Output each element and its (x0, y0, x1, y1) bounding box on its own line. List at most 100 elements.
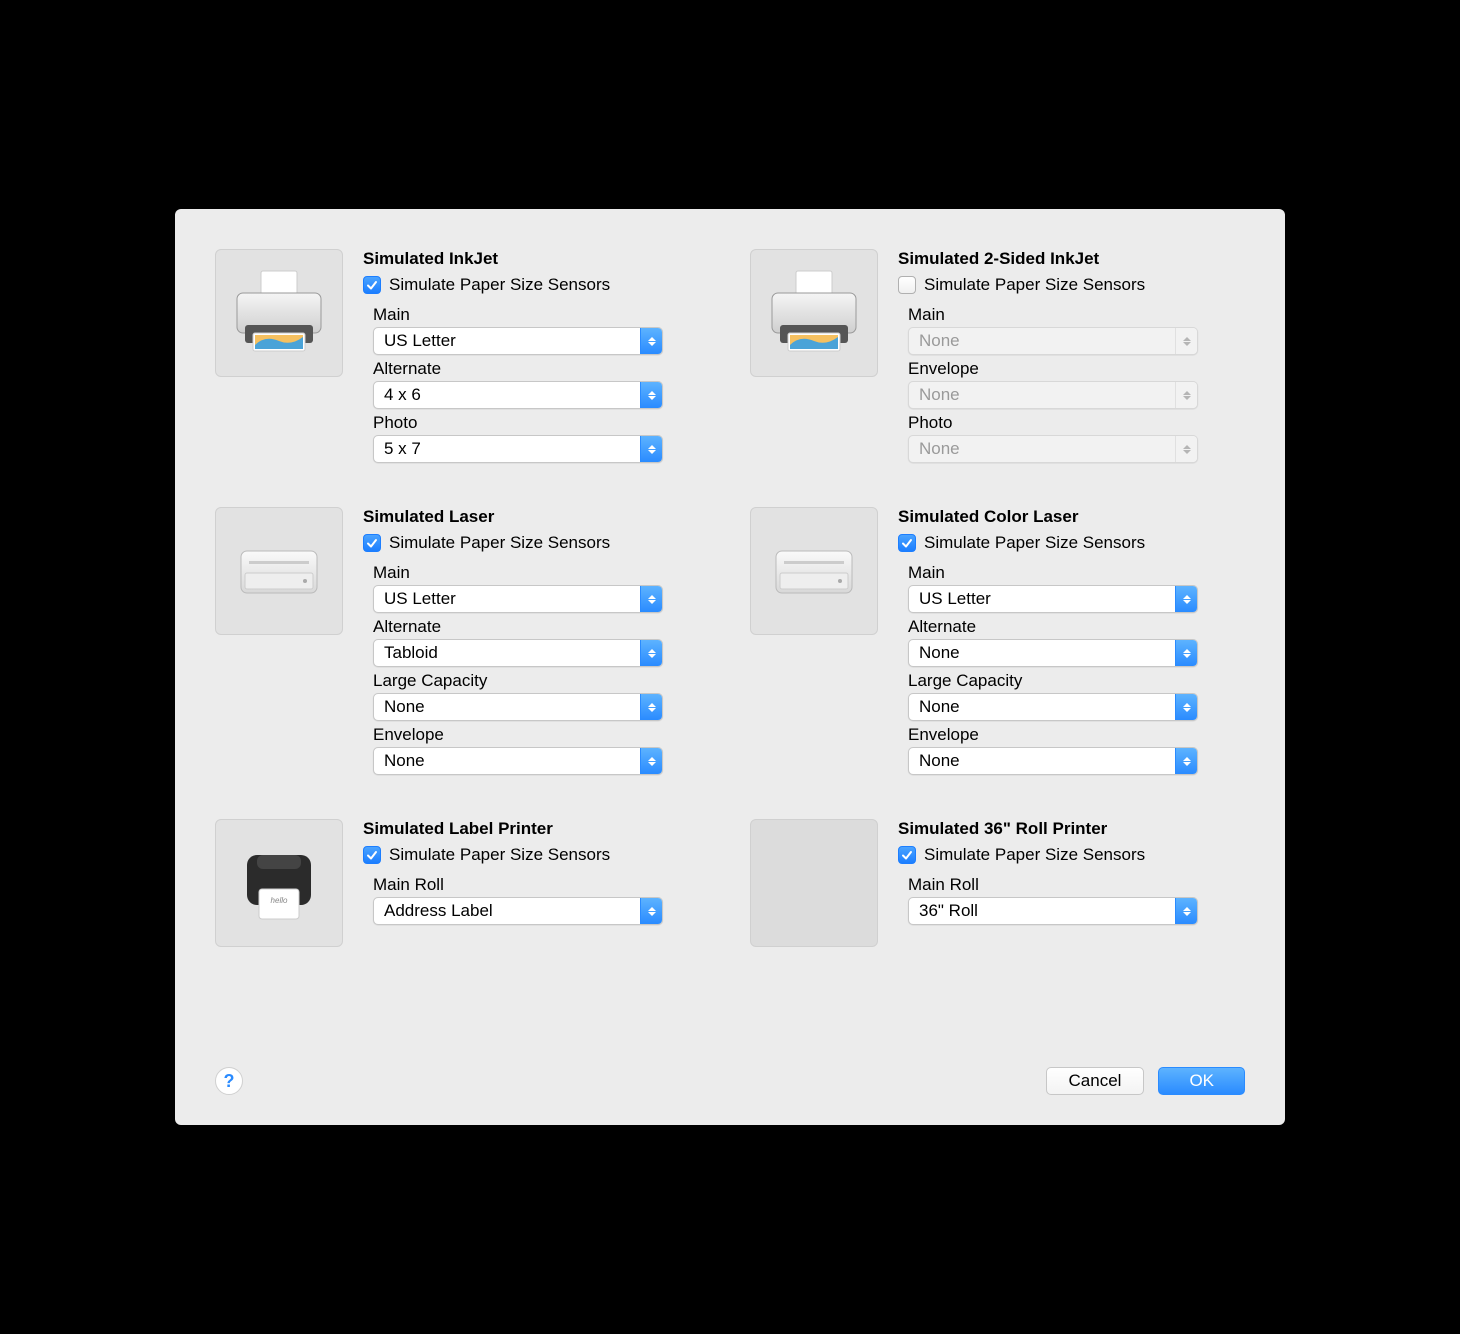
cancel-button[interactable]: Cancel (1046, 1067, 1145, 1095)
field-label: Main Roll (908, 875, 1245, 895)
popup-value: None (919, 643, 960, 663)
printer-title: Simulated Laser (363, 507, 710, 527)
field-label: Large Capacity (908, 671, 1245, 691)
popup-arrows-icon (1175, 436, 1197, 462)
popup-arrows-icon (1175, 748, 1197, 774)
paper-size-popup[interactable]: 5 x 7 (373, 435, 663, 463)
simulate-sensors-checkbox[interactable] (898, 846, 916, 864)
popup-value: None (384, 751, 425, 771)
printer-title: Simulated InkJet (363, 249, 710, 269)
field-label: Main (908, 563, 1245, 583)
popup-value: None (919, 385, 960, 405)
popup-arrows-icon (1175, 898, 1197, 924)
checkbox-label: Simulate Paper Size Sensors (389, 275, 610, 295)
printer-icon (750, 507, 878, 635)
popup-value: US Letter (919, 589, 991, 609)
popup-value: US Letter (384, 589, 456, 609)
printer-icon (750, 249, 878, 377)
field-label: Photo (373, 413, 710, 433)
help-button[interactable]: ? (215, 1067, 243, 1095)
checkbox-label: Simulate Paper Size Sensors (924, 533, 1145, 553)
popup-arrows-icon (1175, 694, 1197, 720)
printer-icon (215, 507, 343, 635)
paper-size-popup[interactable]: Tabloid (373, 639, 663, 667)
popup-value: 36" Roll (919, 901, 978, 921)
popup-arrows-icon (1175, 586, 1197, 612)
printer-section-inkjet2: Simulated 2-Sided InkJet Simulate Paper … (750, 249, 1245, 467)
popup-value: Tabloid (384, 643, 438, 663)
dialog-footer: ? Cancel OK (215, 1067, 1245, 1105)
popup-value: Address Label (384, 901, 493, 921)
popup-arrows-icon (640, 328, 662, 354)
printer-section-label: hello Simulated Label Printer Simulate P… (215, 819, 710, 947)
popup-value: 4 x 6 (384, 385, 421, 405)
paper-size-popup[interactable]: None (373, 747, 663, 775)
popup-arrows-icon (640, 640, 662, 666)
printer-icon: hello (215, 819, 343, 947)
printer-simulator-dialog: Simulated InkJet Simulate Paper Size Sen… (175, 209, 1285, 1125)
field-label: Envelope (908, 725, 1245, 745)
printer-section-inkjet: Simulated InkJet Simulate Paper Size Sen… (215, 249, 710, 467)
paper-size-popup[interactable]: US Letter (373, 585, 663, 613)
paper-size-popup[interactable]: 36" Roll (908, 897, 1198, 925)
simulate-sensors-checkbox[interactable] (898, 534, 916, 552)
paper-size-popup[interactable]: 4 x 6 (373, 381, 663, 409)
field-label: Alternate (373, 359, 710, 379)
paper-size-popup: None (908, 381, 1198, 409)
popup-value: None (384, 697, 425, 717)
checkbox-label: Simulate Paper Size Sensors (924, 845, 1145, 865)
paper-size-popup[interactable]: None (373, 693, 663, 721)
paper-size-popup: None (908, 327, 1198, 355)
printer-title: Simulated Label Printer (363, 819, 710, 839)
field-label: Main (373, 563, 710, 583)
paper-size-popup[interactable]: None (908, 747, 1198, 775)
printer-section-laser: Simulated Laser Simulate Paper Size Sens… (215, 507, 710, 779)
popup-arrows-icon (640, 748, 662, 774)
popup-value: None (919, 697, 960, 717)
checkbox-label: Simulate Paper Size Sensors (389, 533, 610, 553)
popup-arrows-icon (1175, 328, 1197, 354)
printer-title: Simulated 36" Roll Printer (898, 819, 1245, 839)
field-label: Alternate (908, 617, 1245, 637)
simulate-sensors-checkbox[interactable] (363, 846, 381, 864)
field-label: Main Roll (373, 875, 710, 895)
printer-title: Simulated 2-Sided InkJet (898, 249, 1245, 269)
paper-size-popup[interactable]: None (908, 639, 1198, 667)
popup-value: None (919, 439, 960, 459)
popup-value: None (919, 331, 960, 351)
field-label: Large Capacity (373, 671, 710, 691)
paper-size-popup[interactable]: US Letter (908, 585, 1198, 613)
svg-text:hello: hello (271, 896, 288, 905)
checkbox-label: Simulate Paper Size Sensors (389, 845, 610, 865)
popup-arrows-icon (640, 436, 662, 462)
simulate-sensors-checkbox[interactable] (363, 534, 381, 552)
printer-icon (750, 819, 878, 947)
printer-section-colorlaser: Simulated Color Laser Simulate Paper Siz… (750, 507, 1245, 779)
simulate-sensors-checkbox[interactable] (363, 276, 381, 294)
popup-arrows-icon (640, 694, 662, 720)
popup-arrows-icon (640, 898, 662, 924)
paper-size-popup[interactable]: None (908, 693, 1198, 721)
simulate-sensors-checkbox[interactable] (898, 276, 916, 294)
popup-arrows-icon (640, 382, 662, 408)
ok-button[interactable]: OK (1158, 1067, 1245, 1095)
checkbox-label: Simulate Paper Size Sensors (924, 275, 1145, 295)
printer-icon (215, 249, 343, 377)
paper-size-popup: None (908, 435, 1198, 463)
paper-size-popup[interactable]: Address Label (373, 897, 663, 925)
field-label: Envelope (373, 725, 710, 745)
printer-section-roll: Simulated 36" Roll Printer Simulate Pape… (750, 819, 1245, 947)
paper-size-popup[interactable]: US Letter (373, 327, 663, 355)
popup-arrows-icon (1175, 382, 1197, 408)
printer-title: Simulated Color Laser (898, 507, 1245, 527)
popup-arrows-icon (640, 586, 662, 612)
field-label: Alternate (373, 617, 710, 637)
field-label: Photo (908, 413, 1245, 433)
popup-value: None (919, 751, 960, 771)
popup-value: 5 x 7 (384, 439, 421, 459)
field-label: Main (373, 305, 710, 325)
popup-arrows-icon (1175, 640, 1197, 666)
field-label: Envelope (908, 359, 1245, 379)
popup-value: US Letter (384, 331, 456, 351)
field-label: Main (908, 305, 1245, 325)
